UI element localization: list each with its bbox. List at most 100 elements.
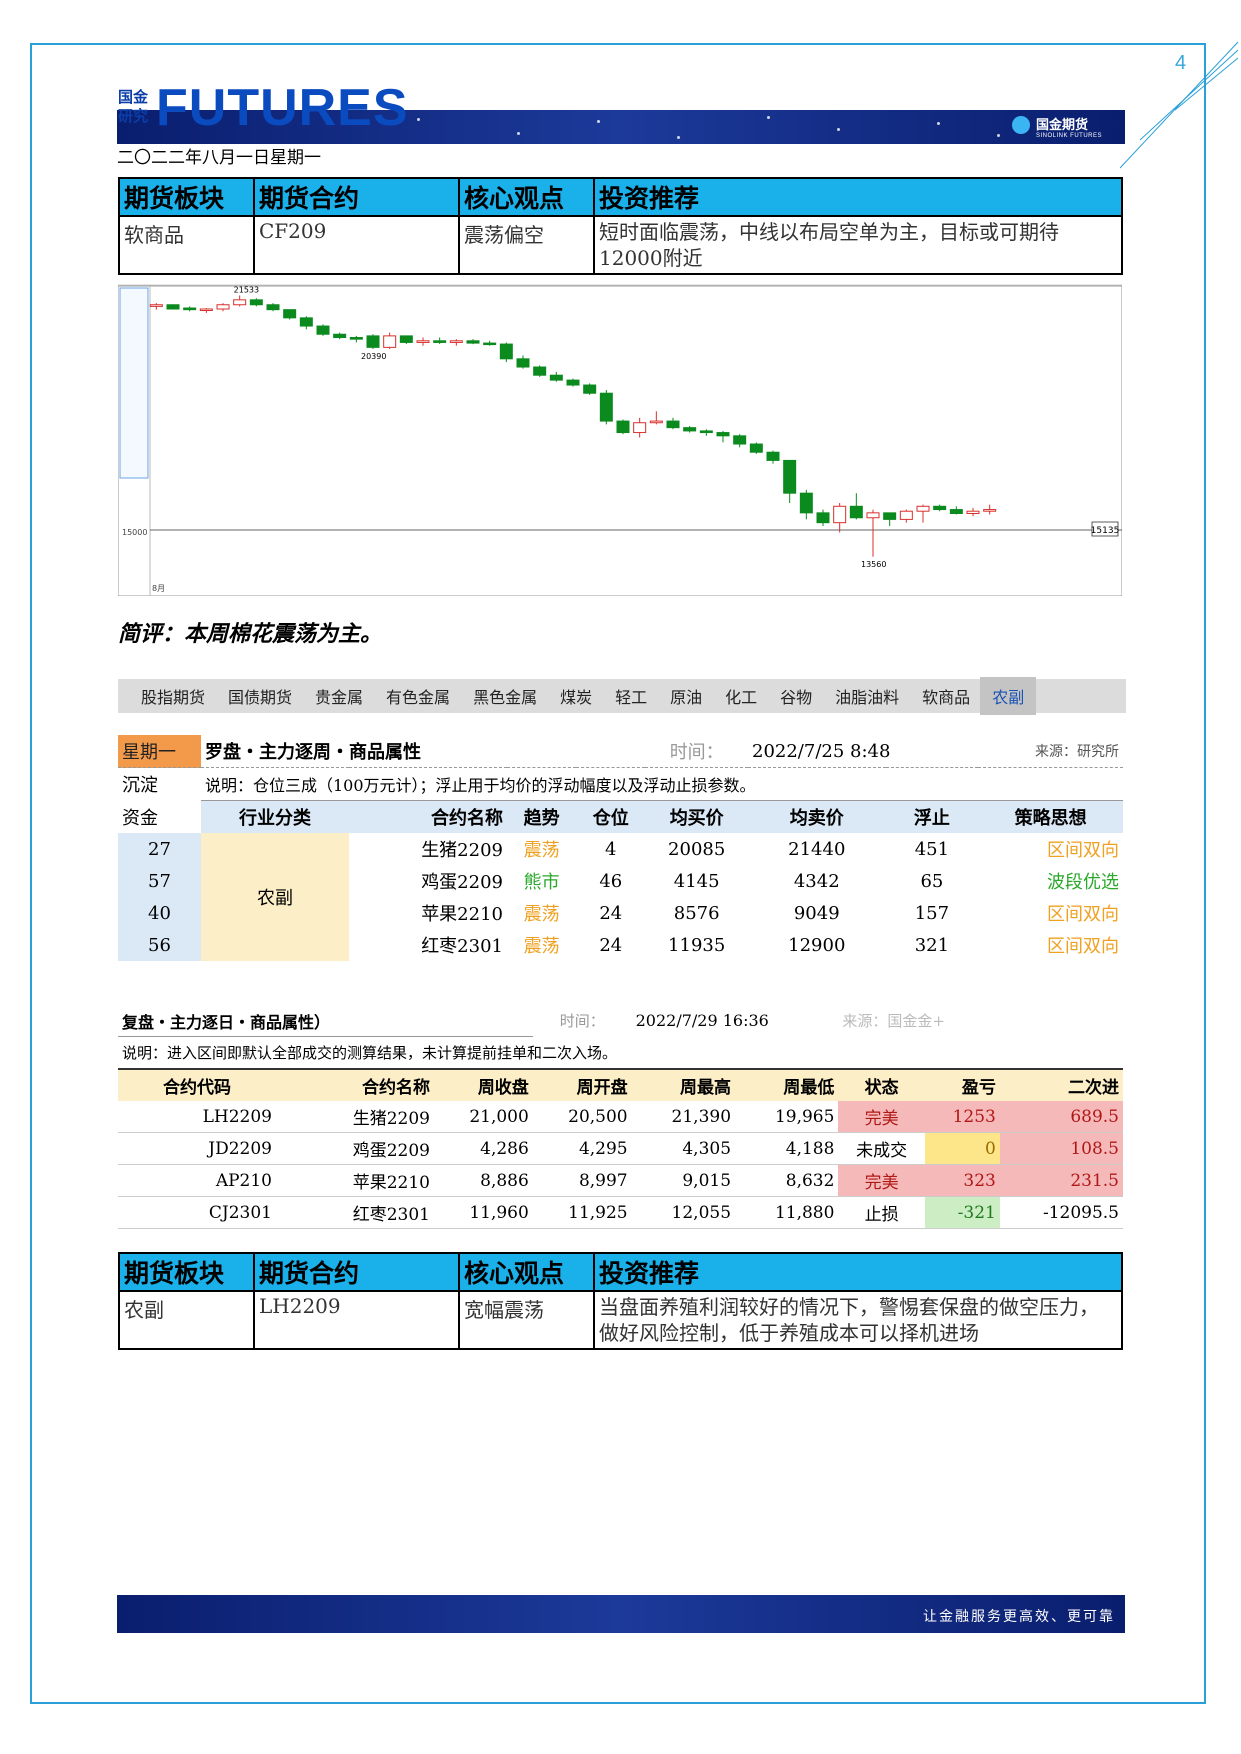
position-cell: 46 (599, 870, 623, 892)
open-cell: 4,295 (578, 1138, 628, 1159)
header-sector: 期货板块 (118, 1252, 255, 1292)
side-label-1: 沉淀 (122, 775, 158, 797)
col-low: 周最低 (783, 1078, 835, 1098)
name-cell: 苹果2210 (352, 1173, 430, 1193)
candle-body (666, 420, 680, 429)
candle-body (866, 512, 880, 519)
nav-item[interactable]: 黑色金属 (473, 684, 537, 708)
nav-item[interactable]: 原油 (670, 684, 702, 708)
nav-item[interactable]: 股指期货 (141, 684, 205, 708)
brand-name: 国金期货 SINOLINK FUTURES (1036, 117, 1103, 139)
rec-view: 震荡偏空 (458, 216, 595, 275)
name-cell: 鸡蛋2209 (352, 1141, 430, 1161)
position-cell: 4 (605, 838, 617, 860)
t1-note: 说明：仓位三成（100万元计）；浮止用于均价的浮动幅度以及浮动止损参数。 (201, 767, 1123, 801)
candle-body (316, 325, 330, 335)
header-sector: 期货板块 (118, 177, 255, 217)
daily-review-table: 复盘・主力逐日・商品属性） 时间： 2022/7/29 16:36 来源：国金金… (118, 1005, 1123, 1229)
header-view: 核心观点 (458, 1252, 595, 1292)
sell-cell: 12900 (788, 934, 846, 956)
t2-time: 2022/7/29 16:36 (635, 1011, 769, 1031)
candle-body (649, 420, 663, 424)
stop-cell: 157 (914, 902, 950, 924)
close-cell: 11,960 (469, 1202, 529, 1223)
candle-body (349, 337, 363, 340)
rec-view: 宽幅震荡 (458, 1291, 595, 1350)
high-cell: 21,390 (671, 1106, 732, 1127)
contract-cell: 红枣2301 (421, 936, 503, 957)
candle-body (516, 358, 530, 368)
candle-body (449, 340, 463, 343)
second-cell: 689.5 (999, 1101, 1123, 1133)
candle-body (616, 420, 630, 434)
col-open: 周开盘 (576, 1078, 628, 1098)
candle-body (399, 335, 413, 343)
open-cell: 11,925 (568, 1202, 628, 1223)
t2-note: 说明：进入区间即默认全部成交的测算结果，未计算提前挂单和二次入场。 (118, 1036, 1123, 1070)
header-view: 核心观点 (458, 177, 595, 217)
bottom-label: 8月 (152, 584, 165, 593)
contract-cell: 生猪2209 (421, 840, 503, 861)
nav-item[interactable]: 油脂油料 (835, 684, 899, 708)
t1-title: 罗盘・主力逐周・商品属性 (205, 742, 421, 763)
col-avg-buy: 均买价 (669, 808, 724, 829)
candle-body (483, 342, 497, 346)
industry-cell: 农副 (201, 833, 349, 961)
pnl-cell: -321 (924, 1196, 1000, 1229)
candle-body (416, 340, 430, 343)
candle-body (299, 317, 313, 327)
t2-time-label: 时间： (559, 1012, 605, 1031)
candle-body (733, 435, 747, 445)
annotation-mid: 20390 (361, 352, 386, 361)
t1-time-label: 时间： (669, 742, 724, 763)
table-row: 27 农副 生猪2209 震荡 4 20085 21440 451 区间双向 (118, 833, 1123, 961)
nav-item[interactable]: 轻工 (615, 684, 647, 708)
fund-cell: 57 (118, 865, 201, 897)
table-row: AP210 苹果2210 8,886 8,997 9,015 8,632 完美 … (118, 1164, 1123, 1197)
nav-item[interactable]: 贵金属 (315, 684, 363, 708)
nav-item[interactable]: 有色金属 (386, 684, 450, 708)
nav-item[interactable]: 软商品 (922, 684, 970, 708)
col-name: 合约名称 (362, 1078, 430, 1098)
recommendation-table-2: 期货板块 期货合约 核心观点 投资推荐 农副 LH2209 宽幅震荡 当盘面养殖… (118, 1252, 1123, 1350)
nav-item[interactable]: 国债期货 (228, 684, 292, 708)
name-cell: 生猪2209 (352, 1109, 430, 1129)
candle-body (366, 335, 380, 348)
corner-decoration (1120, 41, 1239, 169)
second-cell: 108.5 (999, 1132, 1123, 1165)
candle-body (783, 459, 797, 494)
t1-time: 2022/7/25 8:48 (752, 740, 891, 762)
col-trend: 趋势 (523, 808, 560, 829)
second-cell: -12095.5 (1042, 1202, 1119, 1223)
candle-body (149, 304, 163, 307)
nav-item[interactable]: 谷物 (780, 684, 812, 708)
col-avg-sell: 均卖价 (789, 808, 844, 829)
col-position: 仓位 (592, 808, 629, 829)
status-cell: 未成交 (856, 1141, 908, 1161)
status-cell: 完美 (838, 1101, 925, 1133)
rec-sector: 软商品 (118, 216, 255, 275)
col-stop: 浮止 (913, 808, 950, 829)
nav-item[interactable]: 化工 (725, 684, 757, 708)
sell-cell: 21440 (788, 838, 846, 860)
strategy-cell: 区间双向 (1047, 840, 1119, 861)
nav-item-active[interactable]: 农副 (980, 677, 1037, 715)
nav-item[interactable]: 煤炭 (560, 684, 592, 708)
rec-contract: CF209 (253, 216, 460, 275)
t2-source: 来源：国金金+ (842, 1012, 945, 1031)
col-status: 状态 (864, 1078, 899, 1098)
code-cell: AP210 (215, 1170, 272, 1191)
brand-logo-icon (1012, 116, 1030, 134)
candle-body (233, 299, 247, 306)
candle-body (466, 340, 480, 344)
fund-cell: 27 (118, 833, 201, 865)
header-advice: 投资推荐 (593, 177, 1123, 217)
recommendation-table-1: 期货板块 期货合约 核心观点 投资推荐 软商品 CF209 震荡偏空 短时面临震… (118, 177, 1123, 275)
candle-body (183, 307, 197, 311)
col-high: 周最高 (680, 1078, 732, 1098)
candle-body (949, 509, 963, 514)
rec-advice: 短时面临震荡，中线以布局空单为主，目标或可期待12000附近 (593, 216, 1123, 275)
header-advice: 投资推荐 (593, 1252, 1123, 1292)
candle-body (683, 427, 697, 432)
stop-cell: 451 (914, 838, 950, 860)
